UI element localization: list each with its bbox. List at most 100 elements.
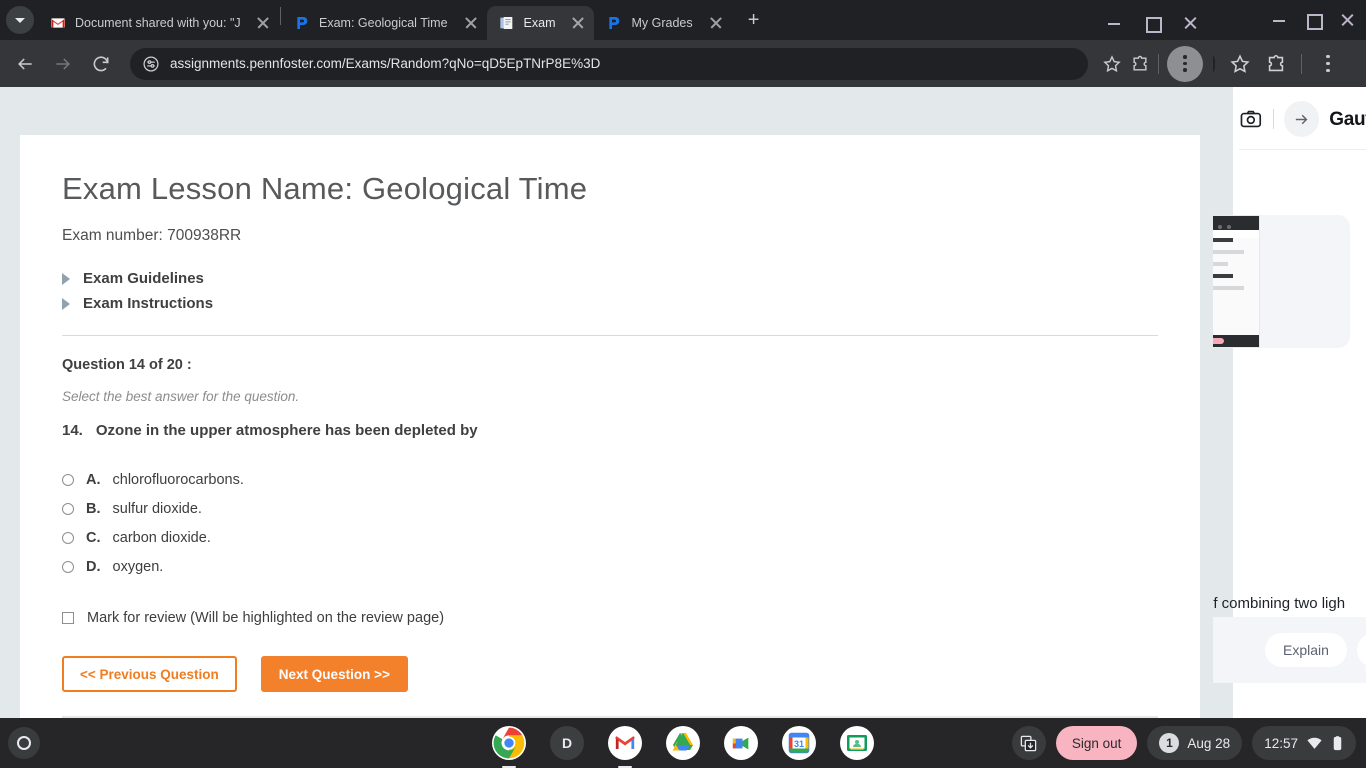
google-classroom-icon xyxy=(847,735,867,751)
shelf-item-user-avatar[interactable]: D xyxy=(550,726,584,760)
close-icon[interactable] xyxy=(255,15,271,31)
collapsible-label: Exam Instructions xyxy=(83,295,214,312)
close-icon[interactable] xyxy=(463,15,479,31)
star-icon[interactable] xyxy=(1229,53,1251,75)
background-window-tabstrip[interactable] xyxy=(1205,0,1366,40)
arrow-right-icon xyxy=(1295,114,1308,124)
shelf-item-google-drive[interactable] xyxy=(666,726,700,760)
camera-icon[interactable] xyxy=(1239,107,1263,131)
background-window-controls[interactable] xyxy=(1272,0,1362,40)
screenshot-thumbnail[interactable] xyxy=(1205,215,1260,348)
collapsible-label: Exam Guidelines xyxy=(83,270,204,287)
thumbnail-titlebar xyxy=(1206,216,1259,230)
close-icon[interactable] xyxy=(1340,13,1354,27)
address-bar[interactable]: assignments.pennfoster.com/Exams/Random?… xyxy=(130,47,1088,80)
window-controls[interactable] xyxy=(1107,16,1213,40)
previous-question-button[interactable]: << Previous Question xyxy=(62,656,237,692)
page-viewport: Exam Lesson Name: Geological Time Exam n… xyxy=(0,87,1213,718)
back-button[interactable] xyxy=(10,49,40,79)
browser-toolbar[interactable]: assignments.pennfoster.com/Exams/Random?… xyxy=(0,40,1213,87)
collapsible-exam-instructions[interactable]: Exam Instructions xyxy=(62,295,1158,312)
shelf-item-google-classroom[interactable] xyxy=(840,726,874,760)
close-icon[interactable] xyxy=(708,15,724,31)
option-letter: A. xyxy=(86,471,101,488)
system-tray[interactable]: Sign out 1 Aug 28 12:57 xyxy=(1011,726,1366,760)
google-drive-icon xyxy=(672,733,693,751)
gauth-answer-text: of combining two ligh xyxy=(1205,595,1346,612)
sign-out-button[interactable]: Sign out xyxy=(1055,726,1138,760)
page-title: Exam Lesson Name: Geological Time xyxy=(62,171,588,206)
puzzle-icon[interactable] xyxy=(1130,54,1150,74)
chromeos-shelf[interactable]: D 31 Sign out 1 Aug 28 12:57 xyxy=(0,718,1366,768)
option-text: chlorofluorocarbons. xyxy=(112,471,244,488)
tray-date: Aug 28 xyxy=(1187,735,1231,751)
status-tray[interactable]: 12:57 xyxy=(1252,726,1356,760)
shelf-item-chrome[interactable] xyxy=(492,726,526,768)
chromeos-desktop: Gauth🔥 of combining two ligh Explain xyxy=(0,0,1366,768)
minimize-icon[interactable] xyxy=(1107,16,1121,30)
gmail-icon xyxy=(615,736,635,749)
divider xyxy=(1272,109,1274,129)
collapsible-exam-guidelines[interactable]: Exam Guidelines xyxy=(62,270,1158,287)
launcher-button[interactable] xyxy=(8,727,40,759)
shelf-app-list[interactable]: D 31 xyxy=(492,726,874,768)
shelf-item-google-meet[interactable] xyxy=(724,726,758,760)
tab-strip[interactable]: Document shared with you: "Jo Exam: Geol… xyxy=(0,0,1213,40)
explain-chip[interactable]: Explain xyxy=(1265,633,1347,667)
question-navigation[interactable]: << Previous Question Next Question >> xyxy=(62,656,1158,692)
option-a[interactable]: A. chlorofluorocarbons. xyxy=(62,465,1158,494)
three-dot-menu-icon[interactable] xyxy=(1316,52,1340,76)
simplify-chip[interactable]: Sim xyxy=(1356,633,1366,667)
tab-my-grades[interactable]: My Grades xyxy=(594,6,731,40)
browser-window[interactable]: Document shared with you: "Jo Exam: Geol… xyxy=(0,0,1213,718)
next-question-button[interactable]: Next Question >> xyxy=(260,656,408,692)
gauth-action-chips[interactable]: Explain Sim xyxy=(1265,633,1366,667)
maximize-icon[interactable] xyxy=(1306,13,1323,30)
triangle-right-icon xyxy=(62,272,70,285)
star-icon[interactable] xyxy=(1102,54,1122,74)
maximize-icon[interactable] xyxy=(1145,16,1162,33)
puzzle-icon[interactable] xyxy=(1265,53,1287,75)
option-b[interactable]: B. sulfur dioxide. xyxy=(62,494,1158,523)
option-letter: C. xyxy=(86,529,101,546)
close-icon[interactable] xyxy=(1183,16,1197,30)
tab-document-shared[interactable]: Document shared with you: "Jo xyxy=(38,6,279,40)
radio-button[interactable] xyxy=(62,531,74,544)
radio-button[interactable] xyxy=(62,473,74,486)
tab-exam[interactable]: Exam xyxy=(486,6,595,40)
thumbnail-line xyxy=(1212,286,1244,290)
shelf-item-google-calendar[interactable]: 31 xyxy=(782,726,816,760)
gauth-brand-text: Gauth xyxy=(1329,109,1366,130)
background-browser-window[interactable]: Gauth🔥 of combining two ligh Explain xyxy=(1205,0,1366,718)
radio-button[interactable] xyxy=(62,502,74,515)
background-window-toolbar[interactable] xyxy=(1205,40,1366,87)
tab-search-button[interactable] xyxy=(6,6,34,34)
mark-for-review-row[interactable]: Mark for review (Will be highlighted on … xyxy=(62,610,1158,626)
site-settings-icon[interactable] xyxy=(142,55,160,73)
google-calendar-icon: 31 xyxy=(788,732,810,754)
question-progress: Question 14 of 20 : xyxy=(62,357,192,373)
exam-card: Exam Lesson Name: Geological Time Exam n… xyxy=(20,135,1200,718)
minimize-icon[interactable] xyxy=(1272,13,1286,27)
option-d[interactable]: D. oxygen. xyxy=(62,552,1158,581)
notification-tray[interactable]: 1 Aug 28 xyxy=(1147,726,1243,760)
new-tab-button[interactable]: + xyxy=(740,6,768,34)
three-dot-menu-icon[interactable] xyxy=(1167,45,1203,82)
answer-options[interactable]: A. chlorofluorocarbons. B. sulfur dioxid… xyxy=(62,465,1158,581)
tray-time: 12:57 xyxy=(1264,735,1298,751)
triangle-right-icon xyxy=(62,297,70,310)
tab-exam-geological-time[interactable]: Exam: Geological Time xyxy=(282,6,487,40)
back-arrow-icon xyxy=(18,57,32,70)
screen-capture-button[interactable] xyxy=(1011,726,1046,760)
gauth-header: Gauth🔥 xyxy=(1239,95,1366,143)
mark-for-review-checkbox[interactable] xyxy=(62,612,74,624)
exam-number: Exam number: 700938RR xyxy=(62,227,242,244)
submit-button[interactable] xyxy=(1283,101,1320,137)
option-c[interactable]: C. carbon dioxide. xyxy=(62,523,1158,552)
shelf-item-gmail[interactable] xyxy=(608,726,642,768)
forward-button[interactable] xyxy=(48,49,78,79)
close-icon[interactable] xyxy=(570,15,586,31)
radio-button[interactable] xyxy=(62,560,74,573)
reload-button[interactable] xyxy=(86,49,116,79)
address-text: assignments.pennfoster.com/Exams/Random?… xyxy=(170,56,601,71)
